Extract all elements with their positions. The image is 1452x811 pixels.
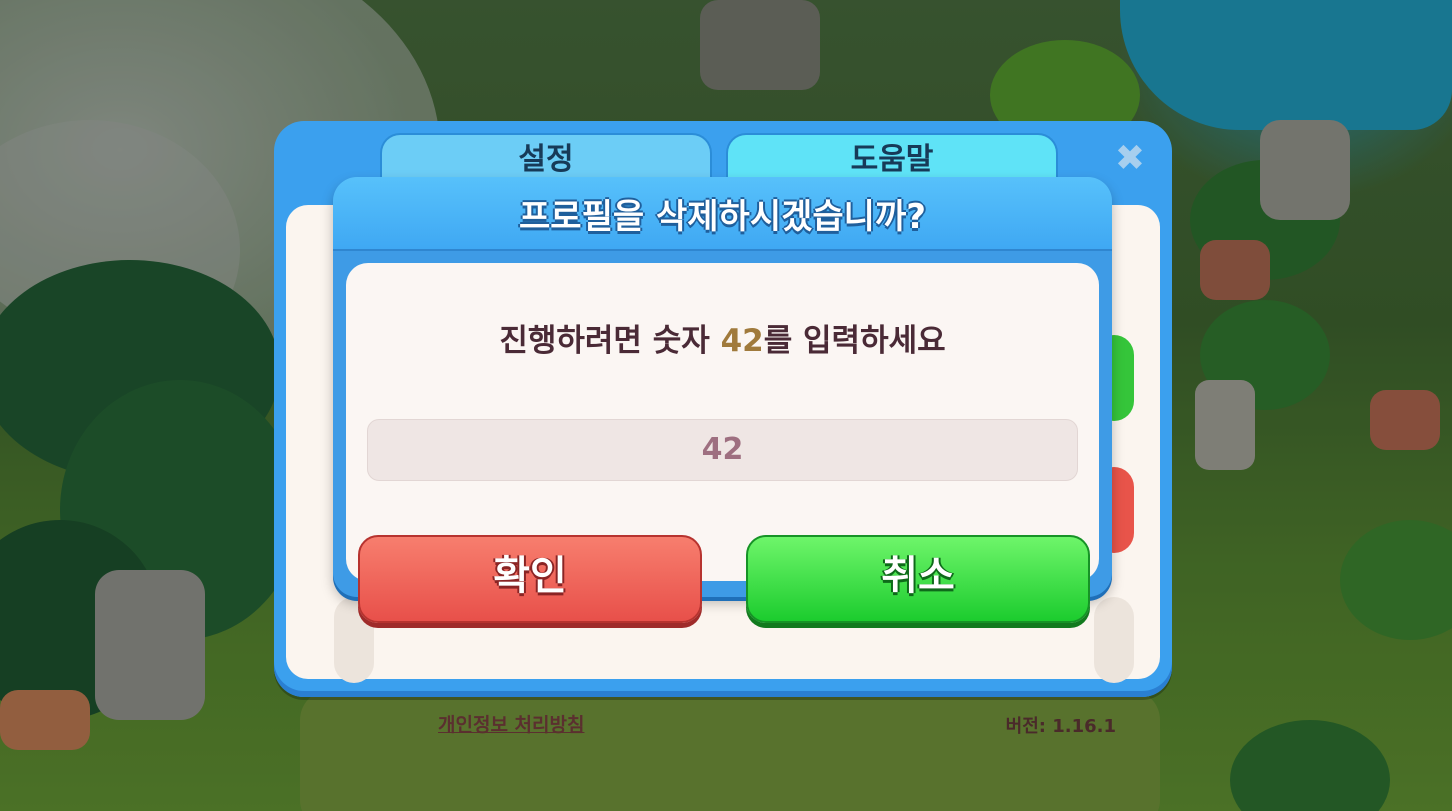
dialog-header: 프로필을 삭제하시겠습니까? bbox=[333, 177, 1112, 251]
version-label: 버전: 1.16.1 bbox=[1005, 716, 1116, 737]
dialog-title: 프로필을 삭제하시겠습니까? bbox=[519, 197, 926, 237]
dialog-body: 진행하려면 숫자 42를 입력하세요 42 bbox=[346, 263, 1099, 581]
close-icon[interactable]: ✖ bbox=[1108, 137, 1152, 181]
tab-settings-label: 설정 bbox=[518, 142, 574, 177]
tab-help-label: 도움말 bbox=[850, 142, 934, 177]
instruction-text: 진행하려면 숫자 42를 입력하세요 bbox=[346, 315, 1099, 360]
instruction-number: 42 bbox=[720, 323, 764, 359]
instruction-suffix: 를 입력하세요 bbox=[763, 323, 946, 359]
delete-profile-dialog: 프로필을 삭제하시겠습니까? 진행하려면 숫자 42를 입력하세요 42 bbox=[333, 177, 1112, 597]
confirmation-code-input[interactable]: 42 bbox=[367, 419, 1078, 481]
confirm-button[interactable]: 확인 bbox=[358, 535, 702, 623]
settings-button bbox=[1094, 597, 1134, 683]
instruction-prefix: 진행하려면 숫자 bbox=[499, 323, 721, 359]
cancel-button-label: 취소 bbox=[881, 553, 955, 599]
privacy-policy-link[interactable]: 개인정보 처리방침 bbox=[438, 710, 584, 737]
cancel-button[interactable]: 취소 bbox=[746, 535, 1090, 623]
confirm-button-label: 확인 bbox=[493, 553, 567, 599]
